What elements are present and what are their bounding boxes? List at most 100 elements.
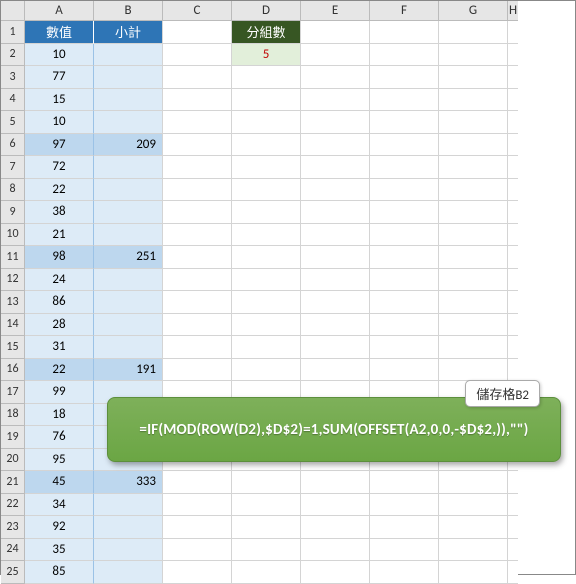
cell-G22[interactable] bbox=[439, 494, 508, 517]
cell-B25[interactable] bbox=[94, 561, 163, 584]
cell-C10[interactable] bbox=[163, 224, 232, 247]
cell-D25[interactable] bbox=[232, 561, 301, 584]
cell-F23[interactable] bbox=[370, 516, 439, 539]
row-header-22[interactable]: 22 bbox=[1, 494, 25, 517]
cell-D15[interactable] bbox=[232, 336, 301, 359]
cell-D7[interactable] bbox=[232, 156, 301, 179]
cell-G8[interactable] bbox=[439, 179, 508, 202]
cell-H8[interactable] bbox=[508, 179, 518, 202]
row-header-12[interactable]: 12 bbox=[1, 269, 25, 292]
cell-B1-header[interactable]: 小計 bbox=[94, 21, 163, 44]
cell-A18[interactable]: 18 bbox=[25, 404, 94, 427]
cell-B12[interactable] bbox=[94, 269, 163, 292]
row-header-15[interactable]: 15 bbox=[1, 336, 25, 359]
row-header-14[interactable]: 14 bbox=[1, 314, 25, 337]
cell-B14[interactable] bbox=[94, 314, 163, 337]
cell-D12[interactable] bbox=[232, 269, 301, 292]
cell-F5[interactable] bbox=[370, 111, 439, 134]
cell-F25[interactable] bbox=[370, 561, 439, 584]
cell-A5[interactable]: 10 bbox=[25, 111, 94, 134]
cell-A16[interactable]: 22 bbox=[25, 359, 94, 382]
col-header-B[interactable]: B bbox=[94, 1, 163, 21]
cell-E22[interactable] bbox=[301, 494, 370, 517]
cell-E5[interactable] bbox=[301, 111, 370, 134]
cell-E11[interactable] bbox=[301, 246, 370, 269]
cell-G1[interactable] bbox=[439, 21, 508, 44]
cell-E23[interactable] bbox=[301, 516, 370, 539]
cell-D6[interactable] bbox=[232, 134, 301, 157]
cell-H3[interactable] bbox=[508, 66, 518, 89]
cell-H2[interactable] bbox=[508, 44, 518, 67]
cell-A6[interactable]: 97 bbox=[25, 134, 94, 157]
cell-B13[interactable] bbox=[94, 291, 163, 314]
cell-H1[interactable] bbox=[508, 21, 518, 44]
row-header-17[interactable]: 17 bbox=[1, 381, 25, 404]
cell-F2[interactable] bbox=[370, 44, 439, 67]
cell-H6[interactable] bbox=[508, 134, 518, 157]
cell-E1[interactable] bbox=[301, 21, 370, 44]
cell-B10[interactable] bbox=[94, 224, 163, 247]
cell-C3[interactable] bbox=[163, 66, 232, 89]
cell-C7[interactable] bbox=[163, 156, 232, 179]
cell-D21[interactable] bbox=[232, 471, 301, 494]
cell-E21[interactable] bbox=[301, 471, 370, 494]
cell-G5[interactable] bbox=[439, 111, 508, 134]
cell-E3[interactable] bbox=[301, 66, 370, 89]
cell-A15[interactable]: 31 bbox=[25, 336, 94, 359]
cell-B9[interactable] bbox=[94, 201, 163, 224]
cell-F13[interactable] bbox=[370, 291, 439, 314]
cell-A14[interactable]: 28 bbox=[25, 314, 94, 337]
row-header-19[interactable]: 19 bbox=[1, 426, 25, 449]
cell-G25[interactable] bbox=[439, 561, 508, 584]
cell-G14[interactable] bbox=[439, 314, 508, 337]
cell-A8[interactable]: 22 bbox=[25, 179, 94, 202]
cell-H24[interactable] bbox=[508, 539, 518, 562]
cell-H11[interactable] bbox=[508, 246, 518, 269]
cell-C4[interactable] bbox=[163, 89, 232, 112]
cell-D10[interactable] bbox=[232, 224, 301, 247]
col-header-F[interactable]: F bbox=[370, 1, 439, 21]
cell-G4[interactable] bbox=[439, 89, 508, 112]
cell-F6[interactable] bbox=[370, 134, 439, 157]
cell-A2[interactable]: 10 bbox=[25, 44, 94, 67]
cell-F3[interactable] bbox=[370, 66, 439, 89]
cell-H9[interactable] bbox=[508, 201, 518, 224]
cell-A11[interactable]: 98 bbox=[25, 246, 94, 269]
row-header-6[interactable]: 6 bbox=[1, 134, 25, 157]
row-header-24[interactable]: 24 bbox=[1, 539, 25, 562]
cell-A23[interactable]: 92 bbox=[25, 516, 94, 539]
row-header-1[interactable]: 1 bbox=[1, 21, 25, 44]
cell-H14[interactable] bbox=[508, 314, 518, 337]
cell-B15[interactable] bbox=[94, 336, 163, 359]
cell-G3[interactable] bbox=[439, 66, 508, 89]
row-header-5[interactable]: 5 bbox=[1, 111, 25, 134]
cell-H23[interactable] bbox=[508, 516, 518, 539]
cell-F9[interactable] bbox=[370, 201, 439, 224]
cell-C5[interactable] bbox=[163, 111, 232, 134]
cell-C13[interactable] bbox=[163, 291, 232, 314]
cell-C15[interactable] bbox=[163, 336, 232, 359]
cell-E10[interactable] bbox=[301, 224, 370, 247]
cell-H10[interactable] bbox=[508, 224, 518, 247]
row-header-25[interactable]: 25 bbox=[1, 561, 25, 584]
cell-B16[interactable]: 191 bbox=[94, 359, 163, 382]
cell-G21[interactable] bbox=[439, 471, 508, 494]
cell-D5[interactable] bbox=[232, 111, 301, 134]
cell-C14[interactable] bbox=[163, 314, 232, 337]
cell-C22[interactable] bbox=[163, 494, 232, 517]
cell-G23[interactable] bbox=[439, 516, 508, 539]
cell-D9[interactable] bbox=[232, 201, 301, 224]
row-header-11[interactable]: 11 bbox=[1, 246, 25, 269]
cell-B23[interactable] bbox=[94, 516, 163, 539]
cell-B4[interactable] bbox=[94, 89, 163, 112]
cell-C21[interactable] bbox=[163, 471, 232, 494]
cell-D14[interactable] bbox=[232, 314, 301, 337]
row-header-7[interactable]: 7 bbox=[1, 156, 25, 179]
cell-B22[interactable] bbox=[94, 494, 163, 517]
cell-B11[interactable]: 251 bbox=[94, 246, 163, 269]
cell-D1-header[interactable]: 分組數 bbox=[232, 21, 301, 44]
row-header-18[interactable]: 18 bbox=[1, 404, 25, 427]
cell-B8[interactable] bbox=[94, 179, 163, 202]
cell-C1[interactable] bbox=[163, 21, 232, 44]
cell-B24[interactable] bbox=[94, 539, 163, 562]
